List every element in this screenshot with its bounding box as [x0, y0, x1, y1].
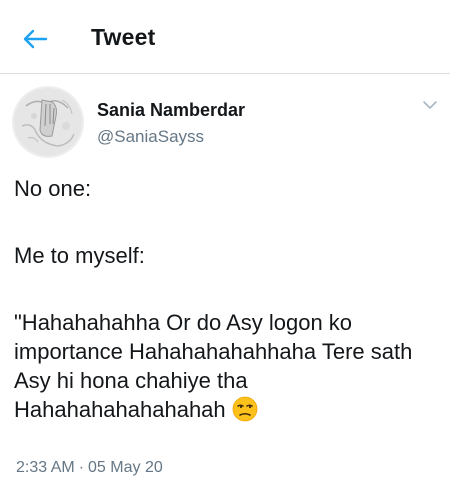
arrow-left-icon	[23, 29, 48, 49]
tweet-text: No one: Me to myself: "Hahahahahha Or do…	[14, 174, 444, 429]
tweet-paragraph: "Hahahahahha Or do Asy logon ko importan…	[14, 308, 444, 429]
tweet-paragraph-text: "Hahahahahha Or do Asy logon ko importan…	[14, 310, 413, 422]
chevron-down-icon	[423, 101, 437, 109]
author-handle[interactable]: @SaniaSayss	[97, 127, 204, 147]
avatar-image	[12, 86, 84, 158]
back-button[interactable]	[18, 22, 52, 56]
avatar[interactable]	[12, 86, 84, 158]
unamused-face-icon	[232, 396, 258, 429]
top-bar: Tweet	[0, 0, 450, 74]
page-title: Tweet	[91, 24, 156, 50]
tweet-paragraph: Me to myself:	[14, 243, 145, 268]
tweet-time: 2:33 AM	[16, 459, 75, 476]
timestamp-separator: ·	[78, 459, 85, 476]
tweet-menu-button[interactable]	[417, 94, 443, 116]
tweet-date: 05 May 20	[88, 459, 163, 476]
author-name[interactable]: Sania Namberdar	[97, 100, 245, 121]
tweet-timestamp[interactable]: 2:33 AM · 05 May 20	[16, 459, 163, 477]
tweet-paragraph: No one:	[14, 176, 92, 201]
